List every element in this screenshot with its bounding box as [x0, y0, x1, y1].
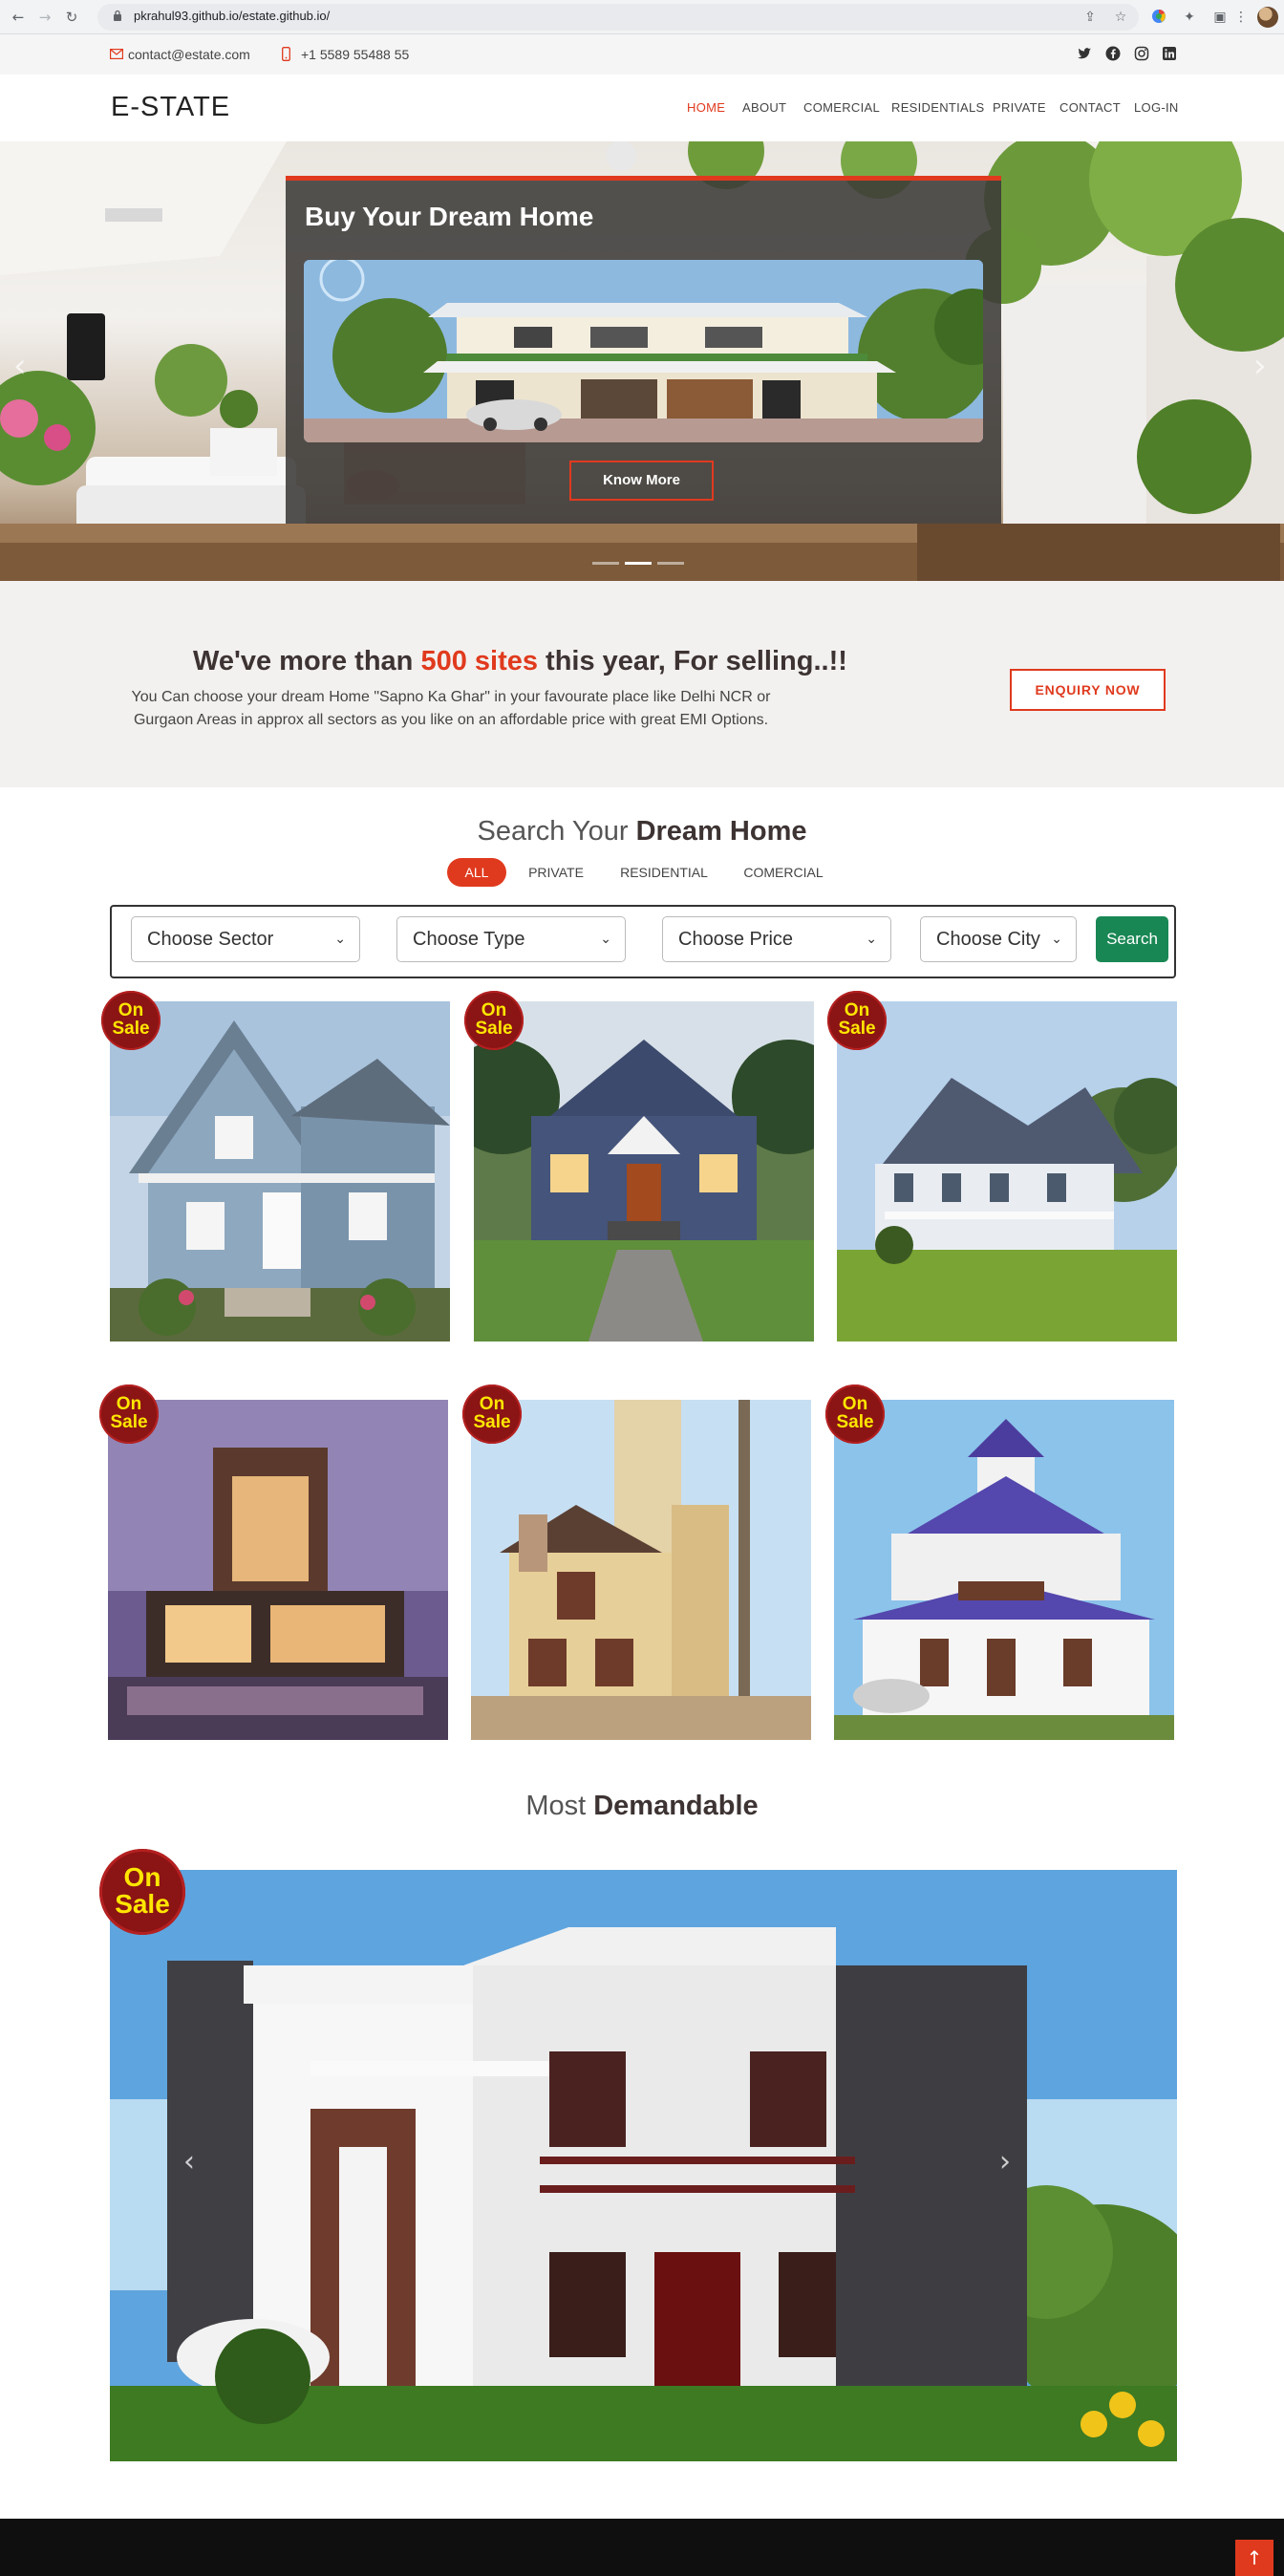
browser-toolbar: ← → ↻ pkrahul93.github.io/estate.github.…: [0, 0, 1284, 34]
nav-comercial[interactable]: COMERCIAL: [803, 100, 880, 115]
site-logo[interactable]: E-STATE: [111, 92, 230, 123]
on-sale-badge: On Sale: [827, 991, 887, 1050]
site-header: E-STATE HOME ABOUT COMERCIAL RESIDENTIAL…: [0, 75, 1284, 141]
chevron-down-icon: ⌄: [334, 932, 346, 947]
featured-prev-arrow[interactable]: ‹: [183, 2145, 195, 2179]
enquiry-now-button[interactable]: ENQUIRY NOW: [1010, 669, 1166, 711]
on-sale-badge: On Sale: [462, 1385, 522, 1444]
property-card[interactable]: [474, 1001, 814, 1342]
nav-private[interactable]: PRIVATE: [993, 100, 1046, 115]
property-card[interactable]: [471, 1400, 811, 1740]
share-icon[interactable]: ⇪: [1081, 9, 1099, 26]
cta-description: You Can choose your dream Home "Sapno Ka…: [131, 689, 771, 728]
hero-house-image: [304, 260, 983, 442]
chevron-down-icon: ⌄: [866, 932, 877, 947]
extensions-puzzle-icon[interactable]: ✦: [1181, 9, 1198, 26]
hero-prev-arrow[interactable]: ‹: [13, 347, 27, 385]
type-select[interactable]: Choose Type ⌄: [396, 916, 626, 962]
on-sale-badge: On Sale: [101, 991, 160, 1050]
property-card[interactable]: [110, 1001, 450, 1342]
instagram-icon[interactable]: [1134, 46, 1149, 61]
footer: [0, 2519, 1284, 2576]
nav-login[interactable]: LOG-IN: [1134, 100, 1179, 115]
back-icon[interactable]: ←: [10, 9, 27, 26]
filter-all[interactable]: ALL: [447, 858, 506, 887]
url-text: pkrahul93.github.io/estate.github.io/: [134, 9, 331, 23]
chevron-down-icon: ⌄: [1051, 932, 1062, 947]
contact-phone[interactable]: +1 5589 55488 55: [301, 47, 409, 62]
hero-slide-indicators: [592, 552, 690, 569]
hero-carousel: ‹ › Buy Your Dream Home Know More: [0, 141, 1284, 581]
filter-residential[interactable]: RESIDENTIAL: [615, 858, 713, 887]
chevron-down-icon: ⌄: [600, 932, 611, 947]
city-select[interactable]: Choose City ⌄: [920, 916, 1077, 962]
filter-private[interactable]: PRIVATE: [524, 858, 588, 887]
sector-select[interactable]: Choose Sector ⌄: [131, 916, 360, 962]
contact-bar: contact@estate.com +1 5589 55488 55: [0, 34, 1284, 75]
twitter-icon[interactable]: [1077, 46, 1092, 61]
slide-indicator-active[interactable]: [625, 562, 652, 565]
lock-icon: [114, 10, 121, 21]
price-select[interactable]: Choose Price ⌄: [662, 916, 891, 962]
bookmark-star-icon[interactable]: ☆: [1112, 9, 1129, 26]
property-card[interactable]: [834, 1400, 1174, 1740]
know-more-button[interactable]: Know More: [569, 461, 714, 501]
on-sale-badge: On Sale: [464, 991, 524, 1050]
extension-color-icon[interactable]: [1150, 9, 1167, 26]
contact-email[interactable]: contact@estate.com: [128, 47, 250, 62]
nav-about[interactable]: ABOUT: [742, 100, 786, 115]
hero-title: Buy Your Dream Home: [305, 202, 594, 231]
envelope-icon: [110, 49, 123, 59]
profile-avatar[interactable]: [1257, 7, 1278, 28]
on-sale-badge: On Sale: [99, 1385, 159, 1444]
search-section-title: Search Your Dream Home: [477, 816, 807, 847]
linkedin-icon[interactable]: [1162, 46, 1177, 61]
featured-next-arrow[interactable]: ›: [999, 2145, 1011, 2179]
menu-dots-icon[interactable]: ⋮: [1232, 9, 1250, 26]
hero-caption-box: Buy Your Dream Home Know More: [286, 176, 1001, 524]
on-sale-badge: On Sale: [825, 1385, 885, 1444]
filter-comercial[interactable]: COMERCIAL: [738, 858, 828, 887]
nav-contact[interactable]: CONTACT: [1059, 100, 1121, 115]
featured-carousel-image: [110, 1870, 1177, 2461]
side-panel-icon[interactable]: ▣: [1211, 9, 1229, 26]
back-to-top-button[interactable]: ↑: [1235, 2540, 1273, 2576]
slide-indicator[interactable]: [657, 562, 684, 565]
search-form: Choose Sector ⌄ Choose Type ⌄ Choose Price…: [110, 905, 1176, 978]
cta-title-accent: 500 sites: [420, 646, 538, 676]
property-card[interactable]: [837, 1001, 1177, 1342]
nav-residentials[interactable]: RESIDENTIALS: [891, 100, 985, 115]
search-button[interactable]: Search: [1096, 916, 1168, 962]
nav-home[interactable]: HOME: [687, 100, 725, 115]
featured-section-title: Most Demandable: [525, 1791, 759, 1821]
slide-indicator[interactable]: [592, 562, 619, 565]
forward-icon[interactable]: →: [36, 9, 54, 26]
property-card[interactable]: [108, 1400, 448, 1740]
facebook-icon[interactable]: [1105, 46, 1121, 61]
hero-next-arrow[interactable]: ›: [1253, 347, 1267, 385]
phone-icon: [282, 47, 290, 61]
cta-title: We've more than 500 sites this year, For…: [193, 646, 847, 676]
on-sale-badge-large: On Sale: [99, 1849, 185, 1935]
arrow-up-icon: ↑: [1246, 2546, 1263, 2569]
call-to-action-section: We've more than 500 sites this year, For…: [0, 581, 1284, 787]
reload-icon[interactable]: ↻: [63, 9, 80, 26]
